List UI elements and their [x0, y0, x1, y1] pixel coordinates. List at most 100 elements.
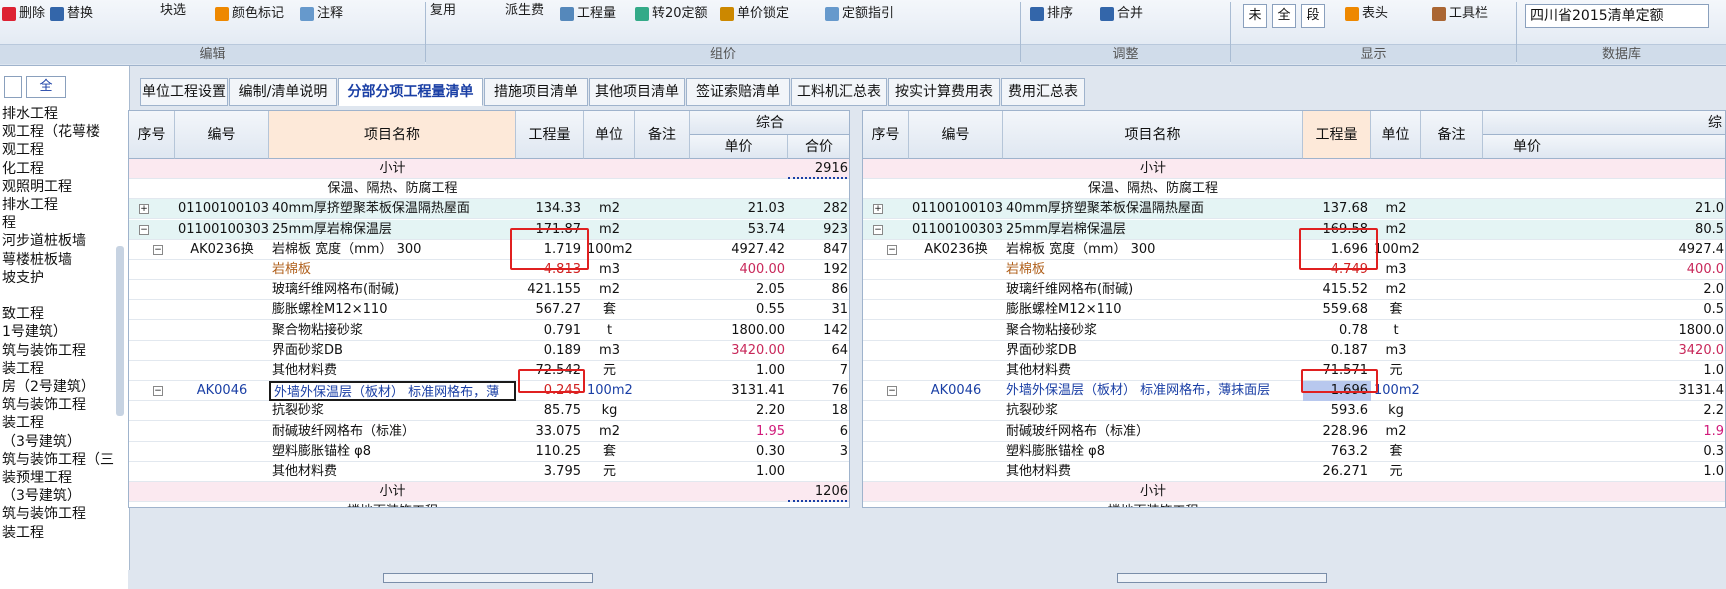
col-note[interactable]: 备注 [1421, 111, 1483, 159]
cell-code[interactable] [909, 361, 1003, 381]
cell-unit[interactable]: m3 [1371, 260, 1421, 280]
table-row[interactable]: 玻璃纤维网格布(耐碱) 421.155 m2 2.05 86 [129, 280, 849, 301]
cell-name[interactable]: 其他材料费 [1003, 462, 1303, 482]
cell-price[interactable] [1483, 482, 1725, 502]
table-row[interactable]: 塑料膨胀锚栓 φ8 763.2 套 0.3 [863, 441, 1725, 462]
toggle-all-button[interactable]: 全 [1272, 4, 1296, 28]
cell-name[interactable]: 岩棉板 [1003, 260, 1303, 280]
cell-code[interactable] [909, 502, 1003, 507]
cell-unit[interactable]: m2 [1371, 199, 1421, 219]
cell-name[interactable]: 25mm厚岩棉保温层 [269, 220, 516, 240]
cell-name[interactable]: 其他材料费 [269, 361, 516, 381]
cell-total[interactable]: 282 [788, 199, 849, 219]
cell-name[interactable]: 抗裂砂浆 [1003, 401, 1303, 421]
cell-unit[interactable]: m2 [584, 280, 635, 300]
cell-unit[interactable]: 元 [1371, 361, 1421, 381]
tree-item[interactable]: 筑与装饰工程 [2, 395, 86, 415]
expand-toggle[interactable]: + [139, 204, 149, 215]
tab-8[interactable]: 费用汇总表 [1001, 78, 1085, 106]
cell-code[interactable] [175, 341, 269, 361]
cell-unit[interactable]: kg [584, 401, 635, 421]
cell-code[interactable] [909, 341, 1003, 361]
expand-toggle[interactable]: − [153, 244, 163, 255]
tree-item[interactable]: 排水工程 [2, 195, 58, 215]
table-row[interactable]: 聚合物粘接砂浆 0.791 t 1800.00 142 [129, 320, 849, 341]
cell-total[interactable]: 64 [788, 341, 849, 361]
cell-unit[interactable]: m2 [1371, 280, 1421, 300]
cell-name[interactable]: 小计 [269, 482, 516, 502]
ribbon-button-14[interactable]: 工具栏 [1432, 3, 1488, 25]
cell-name[interactable]: 岩棉板 [269, 260, 516, 280]
cell-code[interactable] [909, 260, 1003, 280]
toggle-section-button[interactable]: 段 [1301, 4, 1325, 28]
cell-total[interactable]: 31 [788, 300, 849, 320]
cell-name[interactable]: 玻璃纤维网格布(耐碱) [1003, 280, 1303, 300]
table-row[interactable]: 楼地面装饰工程 [863, 502, 1725, 507]
tab-2[interactable]: 分部分项工程量清单 [338, 78, 483, 106]
cell-unit[interactable] [584, 502, 635, 507]
cell-total[interactable]: 7 [788, 361, 849, 381]
right-splitter[interactable] [862, 570, 1726, 589]
cell-unit[interactable] [584, 482, 635, 502]
cell-qty[interactable]: 763.2 [1303, 442, 1371, 462]
cell-code[interactable]: AK0236换 [175, 240, 269, 260]
cell-unit[interactable]: 100m2 [1371, 381, 1421, 401]
cell-code[interactable] [175, 159, 269, 179]
cell-total[interactable]: 86 [788, 280, 849, 300]
left-splitter[interactable] [128, 570, 850, 589]
cell-unit[interactable]: m2 [1371, 220, 1421, 240]
cell-total[interactable] [788, 502, 849, 507]
table-row[interactable]: − AK0236换 岩棉板 宽度（mm） 300 1.719 100m2 4927.42 8… [129, 239, 849, 260]
cell-code[interactable] [909, 401, 1003, 421]
cell-price[interactable]: 80.5 [1483, 220, 1725, 240]
col-seq[interactable]: 序号 [863, 111, 909, 159]
cell-name[interactable]: 小计 [1003, 159, 1303, 179]
table-row[interactable]: 小计 [863, 159, 1725, 179]
col-unit[interactable]: 单位 [584, 111, 635, 159]
table-row[interactable]: 耐碱玻纤网格布（标准） 33.075 m2 1.95 6 [129, 421, 849, 442]
cell-total[interactable]: 847 [788, 240, 849, 260]
cell-qty[interactable] [516, 502, 584, 507]
cell-name[interactable]: 楼地面装饰工程 [1003, 502, 1303, 507]
cell-code[interactable] [175, 401, 269, 421]
cell-code[interactable] [175, 462, 269, 482]
table-row[interactable]: 其他材料费 72.542 元 1.00 7 [129, 361, 849, 381]
cell-qty[interactable]: 33.075 [516, 422, 584, 442]
tree-item[interactable]: 观工程（花萼楼 [2, 122, 100, 142]
table-row[interactable]: 抗裂砂浆 593.6 kg 2.2 [863, 401, 1725, 422]
cell-price[interactable]: 1.0 [1483, 361, 1725, 381]
cell-qty[interactable]: 0.187 [1303, 341, 1371, 361]
table-row[interactable]: 界面砂浆DB 0.187 m3 3420.0 [863, 340, 1725, 361]
cell-total[interactable]: 192 [788, 260, 849, 280]
cell-code[interactable] [909, 321, 1003, 341]
expand-toggle[interactable]: − [139, 224, 149, 235]
cell-unit[interactable]: m3 [584, 260, 635, 280]
cell-name[interactable]: 其他材料费 [1003, 361, 1303, 381]
cell-name[interactable]: 抗裂砂浆 [269, 401, 516, 421]
cell-qty[interactable] [1303, 179, 1371, 199]
cell-name[interactable]: 塑料膨胀锚栓 φ8 [1003, 442, 1303, 462]
table-row[interactable]: 小计 2916 [129, 159, 849, 179]
cell-total[interactable]: 18 [788, 401, 849, 421]
tree-all-button[interactable]: 全 [26, 76, 66, 98]
cell-code[interactable] [175, 300, 269, 320]
cell-price[interactable]: 1800.0 [1483, 321, 1725, 341]
cell-code[interactable] [175, 442, 269, 462]
ribbon-button-3[interactable]: 颜色标记 [215, 3, 284, 25]
table-row[interactable]: 小计 [863, 482, 1725, 503]
tree-item[interactable]: 河步道桩板墙 [2, 231, 86, 251]
cell-unit[interactable] [1371, 159, 1421, 179]
cell-price[interactable] [1483, 159, 1725, 179]
ribbon-button-5[interactable]: 复用 [430, 0, 456, 22]
tab-4[interactable]: 其他项目清单 [589, 78, 685, 106]
cell-unit[interactable]: m2 [584, 422, 635, 442]
expand-toggle[interactable]: − [887, 244, 897, 255]
cell-code[interactable]: AK0046 [909, 381, 1003, 401]
cell-price[interactable]: 2.0 [1483, 280, 1725, 300]
cell-total[interactable]: 1206 [788, 482, 849, 503]
col-unit[interactable]: 单位 [1371, 111, 1421, 159]
tree-item[interactable]: 1号建筑） [2, 322, 67, 342]
cell-price[interactable]: 3420.0 [1483, 341, 1725, 361]
cell-code[interactable] [909, 300, 1003, 320]
ribbon-button-9[interactable]: 单价锁定 [720, 3, 789, 25]
